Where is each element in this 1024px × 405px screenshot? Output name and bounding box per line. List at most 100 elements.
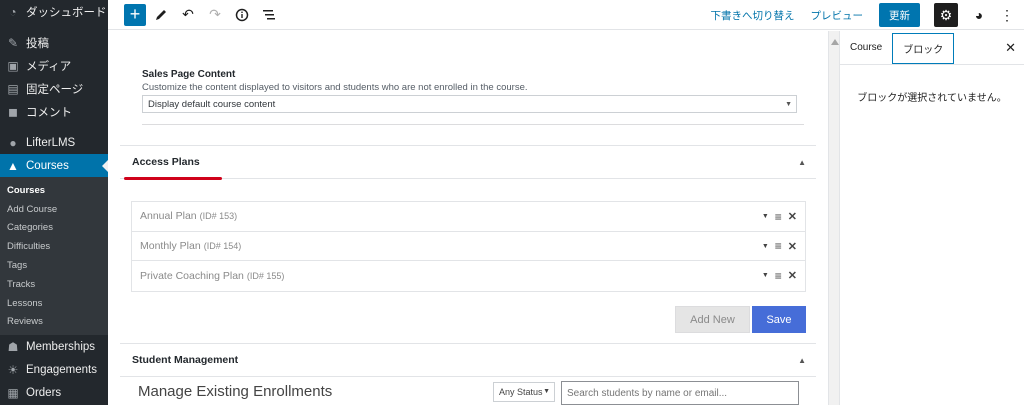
tab-course[interactable]: Course xyxy=(840,31,892,64)
submenu-item[interactable]: Tags xyxy=(0,256,108,275)
gear-icon: ⚙ xyxy=(939,6,953,23)
menu-orders-label: Orders xyxy=(26,386,62,399)
student-management-title: Student Management xyxy=(132,354,239,366)
globe-icon: ◕ xyxy=(974,7,984,23)
scrollbar[interactable] xyxy=(828,31,840,405)
submenu-item[interactable]: Categories xyxy=(0,219,108,238)
menu-lifterlms[interactable]: ● LifterLMS xyxy=(0,131,108,154)
sales-page-description: Customize the content displayed to visit… xyxy=(142,82,528,93)
access-plans-list: Annual Plan (ID# 153) ▼ ≡ ✕ Monthly Plan… xyxy=(131,201,806,292)
info-button[interactable] xyxy=(230,3,254,27)
list-item[interactable]: Annual Plan (ID# 153) ▼ ≡ ✕ xyxy=(132,202,805,232)
caret-down-icon: ▼ xyxy=(543,388,550,395)
settings-button[interactable]: ⚙ xyxy=(934,3,958,27)
menu-courses-label: Courses xyxy=(26,159,69,172)
plan-id: (ID# 154) xyxy=(203,240,242,251)
submenu-item[interactable]: Tracks xyxy=(0,275,108,294)
media-icon: ▣ xyxy=(7,58,19,73)
menu-posts-label: 投稿 xyxy=(26,37,49,50)
settings-sidebar: Course ブロック ✕ ブロックが選択されていません。 xyxy=(840,31,1024,405)
page-icon: ▤ xyxy=(7,81,19,96)
annotation-underline xyxy=(124,177,222,180)
dashboard-icon: ◔ xyxy=(9,4,17,19)
caret-up-icon[interactable]: ▲ xyxy=(798,356,806,365)
outline-button[interactable] xyxy=(257,3,281,27)
info-icon xyxy=(235,8,249,21)
update-button[interactable]: 更新 xyxy=(879,3,920,27)
admin-sidebar: ◔ ダッシュボード ✎ 投稿 ▣ メディア ▤ 固定ページ ◼ コメント ● L… xyxy=(0,0,108,405)
scroll-up-arrow-icon[interactable] xyxy=(831,39,839,45)
pin-icon: ✎ xyxy=(7,35,19,50)
menu-dashboard[interactable]: ◔ ダッシュボード xyxy=(0,0,108,23)
list-item[interactable]: Monthly Plan (ID# 154) ▼ ≡ ✕ xyxy=(132,232,805,261)
menu-dashboard-label: ダッシュボード xyxy=(26,6,107,19)
menu-pages[interactable]: ▤ 固定ページ xyxy=(0,77,108,100)
menu-comments[interactable]: ◼ コメント xyxy=(0,100,108,123)
courses-submenu: Courses Add Course Categories Difficulti… xyxy=(0,177,108,336)
redo-button[interactable]: ↷ xyxy=(203,3,227,27)
more-vertical-icon: ⋮ xyxy=(1000,6,1014,23)
status-filter-select[interactable]: Any Status ▼ xyxy=(493,382,555,402)
menu-engagements-label: Engagements xyxy=(26,363,97,376)
submenu-item[interactable]: Reviews xyxy=(0,313,108,332)
switch-to-draft-link[interactable]: 下書きへ切り替え xyxy=(711,8,795,23)
student-management-header[interactable]: Student Management ▲ xyxy=(120,343,816,377)
plan-id: (ID# 155) xyxy=(246,270,285,281)
trophy-icon: ☀ xyxy=(7,362,19,377)
delete-icon[interactable]: ✕ xyxy=(788,210,797,223)
caret-up-icon[interactable]: ▲ xyxy=(798,158,806,167)
undo-button[interactable]: ↶ xyxy=(176,3,200,27)
menu-orders[interactable]: ▦ Orders xyxy=(0,381,108,404)
sales-page-panel: Sales Page Content Customize the content… xyxy=(142,69,804,113)
delete-icon[interactable]: ✕ xyxy=(788,240,797,253)
plugin-button[interactable]: ◕ xyxy=(968,3,990,27)
menu-lifterlms-label: LifterLMS xyxy=(26,136,76,149)
menu-media-label: メディア xyxy=(26,60,72,73)
submenu-item[interactable]: Courses xyxy=(0,181,108,200)
drag-handle-icon[interactable]: ≡ xyxy=(775,270,782,282)
sales-page-select[interactable]: Display default course content ▼ xyxy=(142,95,797,113)
close-icon[interactable]: ✕ xyxy=(1005,40,1016,56)
menu-courses[interactable]: ▲ Courses xyxy=(0,154,108,177)
comment-icon: ◼ xyxy=(8,104,18,119)
preview-link[interactable]: プレビュー xyxy=(811,8,864,23)
editor-toolbar: + ↶ ↷ 下書きへ切り替え プレビュー 更新 ⚙ ◕ ⋮ xyxy=(108,0,1024,30)
sales-page-title: Sales Page Content xyxy=(142,69,236,80)
submenu-item[interactable]: Lessons xyxy=(0,294,108,313)
plan-name: Monthly Plan xyxy=(140,239,201,252)
settings-tabs: Course ブロック ✕ xyxy=(840,31,1024,65)
access-plans-title: Access Plans xyxy=(132,156,200,168)
list-outline-icon xyxy=(263,9,275,19)
drag-handle-icon[interactable]: ≡ xyxy=(775,211,782,223)
save-plans-button[interactable]: Save xyxy=(752,306,806,333)
status-filter-value: Any Status xyxy=(499,387,543,397)
list-item[interactable]: Private Coaching Plan (ID# 155) ▼ ≡ ✕ xyxy=(132,261,805,291)
caret-down-icon: ▼ xyxy=(785,101,792,108)
submenu-item[interactable]: Difficulties xyxy=(0,237,108,256)
plan-name: Private Coaching Plan xyxy=(140,269,244,282)
menu-posts[interactable]: ✎ 投稿 xyxy=(0,31,108,54)
drag-handle-icon[interactable]: ≡ xyxy=(775,240,782,252)
manage-enrollments-heading: Manage Existing Enrollments xyxy=(138,383,333,400)
caret-down-icon[interactable]: ▼ xyxy=(762,272,769,279)
add-block-button[interactable]: + xyxy=(124,3,146,26)
tab-block[interactable]: ブロック xyxy=(892,33,955,64)
student-search-input[interactable] xyxy=(561,381,799,405)
menu-memberships[interactable]: ☗ Memberships xyxy=(0,335,108,358)
add-new-plan-button[interactable]: Add New xyxy=(675,306,750,333)
delete-icon[interactable]: ✕ xyxy=(788,269,797,282)
more-options-button[interactable]: ⋮ xyxy=(996,3,1018,27)
menu-media[interactable]: ▣ メディア xyxy=(0,54,108,77)
menu-pages-label: 固定ページ xyxy=(26,83,84,96)
caret-down-icon[interactable]: ▼ xyxy=(762,213,769,220)
plan-id: (ID# 153) xyxy=(199,211,238,222)
menu-engagements[interactable]: ☀ Engagements xyxy=(0,358,108,381)
editor-main: Sales Page Content Customize the content… xyxy=(108,31,828,405)
graduation-cap-icon: ▲ xyxy=(7,158,19,173)
edit-tool-button[interactable] xyxy=(149,3,173,27)
access-plans-header[interactable]: Access Plans ▲ xyxy=(120,145,816,179)
pencil-icon xyxy=(156,9,166,20)
submenu-item[interactable]: Add Course xyxy=(0,200,108,219)
caret-down-icon[interactable]: ▼ xyxy=(762,243,769,250)
menu-comments-label: コメント xyxy=(26,106,72,119)
